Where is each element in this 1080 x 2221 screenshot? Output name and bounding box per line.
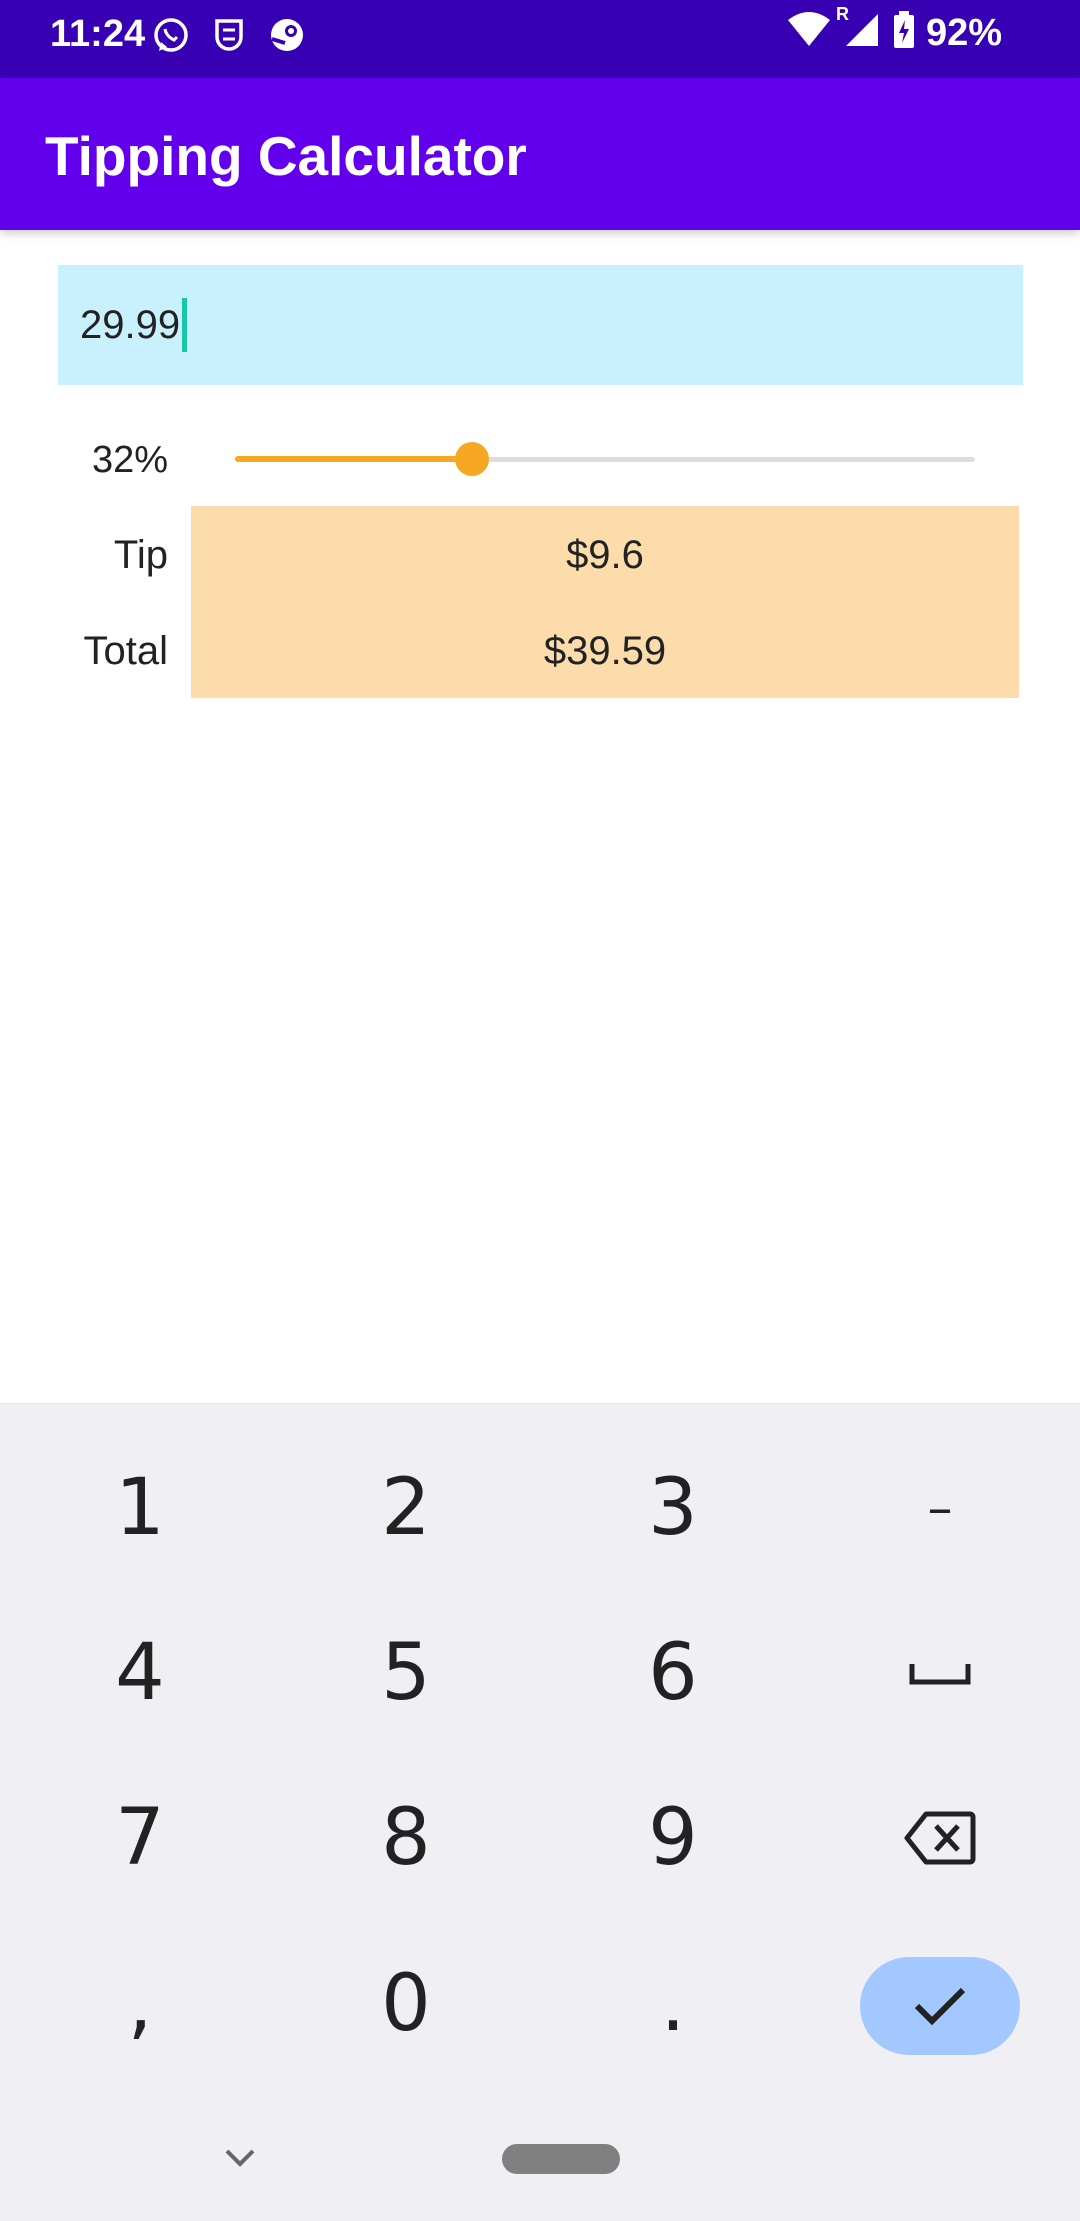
backspace-icon bbox=[904, 1811, 976, 1865]
key-period[interactable]: . bbox=[573, 1934, 773, 2074]
key-9[interactable]: 9 bbox=[573, 1768, 773, 1908]
key-1[interactable]: 1 bbox=[40, 1438, 240, 1578]
key-7[interactable]: 7 bbox=[40, 1768, 240, 1908]
key-3[interactable]: 3 bbox=[573, 1438, 773, 1578]
tip-percent-slider[interactable] bbox=[235, 440, 975, 478]
key-0[interactable]: 0 bbox=[306, 1934, 506, 2074]
hide-keyboard-button[interactable] bbox=[222, 2146, 258, 2170]
mask-notification-icon bbox=[208, 14, 250, 56]
key-4[interactable]: 4 bbox=[40, 1603, 240, 1743]
battery-percent: 92% bbox=[925, 11, 1002, 54]
key-5[interactable]: 5 bbox=[306, 1603, 506, 1743]
app-bar: Tipping Calculator bbox=[0, 78, 1080, 230]
tip-percent-label: 32% bbox=[92, 439, 169, 481]
bill-amount-value[interactable]: 29.99 bbox=[80, 301, 180, 349]
system-status: R 92% bbox=[786, 4, 1002, 55]
key-6[interactable]: 6 bbox=[573, 1603, 773, 1743]
key-space[interactable] bbox=[840, 1603, 1040, 1743]
cell-signal-icon: R bbox=[836, 4, 882, 55]
status-time: 11:24 bbox=[50, 13, 146, 55]
tip-amount: $9.6 bbox=[566, 533, 644, 577]
battery-icon bbox=[892, 10, 916, 55]
space-icon bbox=[909, 1664, 971, 1685]
key-minus[interactable]: – bbox=[840, 1438, 1040, 1578]
total-label: Total bbox=[83, 629, 169, 673]
chevron-down-icon bbox=[225, 2149, 255, 2167]
status-bar: 11:24 R 92% bbox=[0, 0, 1080, 78]
steam-icon bbox=[266, 14, 308, 56]
key-backspace[interactable] bbox=[840, 1768, 1040, 1908]
whatsapp-icon bbox=[150, 14, 192, 56]
roaming-indicator: R bbox=[835, 4, 849, 24]
tip-label: Tip bbox=[113, 533, 168, 577]
key-2[interactable]: 2 bbox=[306, 1438, 506, 1578]
home-pill[interactable] bbox=[502, 2144, 620, 2174]
total-amount: $39.59 bbox=[543, 629, 667, 673]
key-comma[interactable]: , bbox=[40, 1934, 240, 2074]
bill-amount-input[interactable]: 29.99 bbox=[58, 265, 1023, 385]
slider-thumb[interactable] bbox=[454, 442, 489, 476]
numeric-keyboard: 1 2 3 – 4 5 6 7 8 9 , 0 . bbox=[0, 1403, 1080, 2221]
done-key[interactable] bbox=[860, 1957, 1020, 2055]
check-icon bbox=[914, 1987, 966, 2026]
notification-icons bbox=[150, 14, 308, 56]
text-cursor bbox=[182, 298, 188, 352]
app-title: Tipping Calculator bbox=[45, 125, 527, 187]
wifi-icon bbox=[786, 10, 832, 55]
slider-active-track bbox=[235, 456, 472, 462]
key-8[interactable]: 8 bbox=[306, 1768, 506, 1908]
results-panel: $9.6 $39.59 bbox=[191, 506, 1019, 698]
